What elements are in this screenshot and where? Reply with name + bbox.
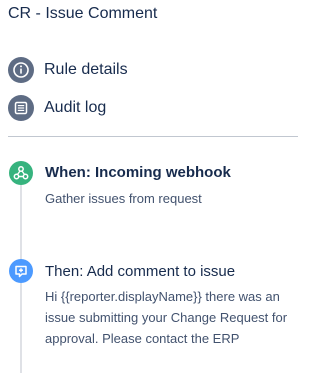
audit-log-link[interactable]: Audit log — [8, 95, 106, 121]
list-icon — [8, 95, 34, 121]
page-title: CR - Issue Comment — [8, 5, 158, 22]
action-description: Hi {{reporter.displayName}} there was an… — [45, 289, 288, 346]
action-title[interactable]: Then: Add comment to issue — [45, 263, 235, 280]
audit-log-label: Audit log — [44, 99, 107, 116]
info-icon — [8, 57, 34, 83]
rule-details-link[interactable]: Rule details — [8, 57, 128, 83]
trigger-title[interactable]: When: Incoming webhook — [45, 164, 231, 181]
divider — [8, 136, 298, 137]
trigger-subtitle: Gather issues from request — [45, 191, 202, 206]
comment-icon — [9, 259, 33, 283]
rule-details-label: Rule details — [44, 61, 128, 78]
webhook-icon — [9, 161, 33, 185]
